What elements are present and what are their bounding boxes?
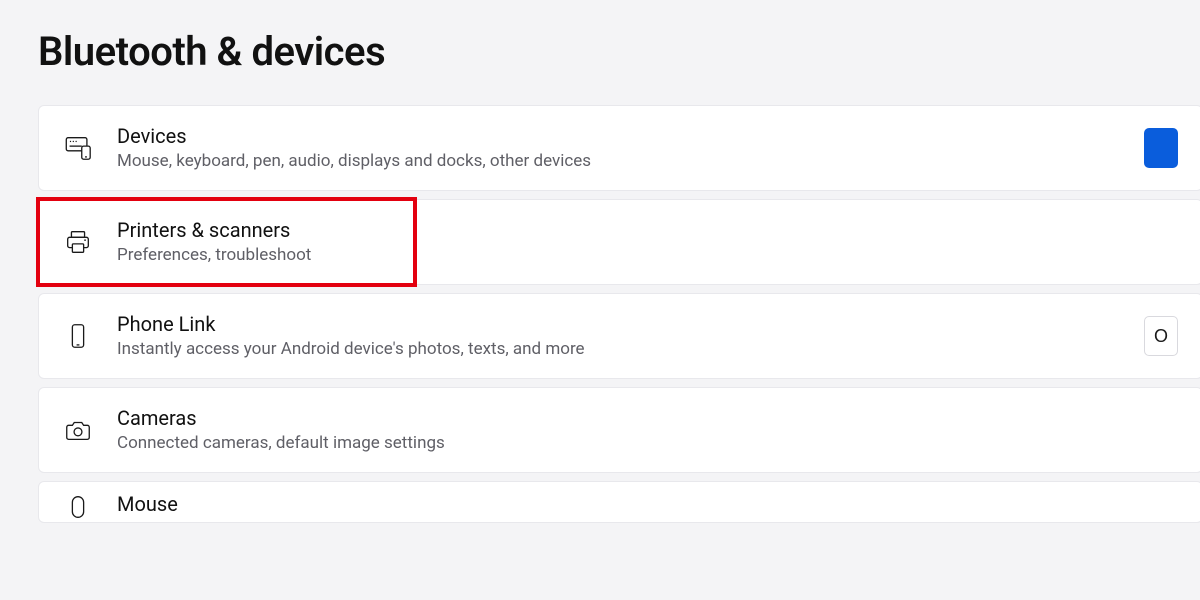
row-devices-title: Devices [117, 124, 1144, 148]
row-printers[interactable]: Printers & scanners Preferences, trouble… [38, 199, 415, 285]
devices-icon [63, 133, 117, 163]
printer-icon [63, 227, 117, 257]
add-device-button[interactable] [1144, 128, 1178, 168]
row-cameras-title: Cameras [117, 406, 1178, 430]
row-phone-sub: Instantly access your Android device's p… [117, 338, 1144, 360]
row-phone-link[interactable]: Phone Link Instantly access your Android… [38, 293, 1200, 379]
row-devices-sub: Mouse, keyboard, pen, audio, displays an… [117, 150, 1144, 172]
row-printers-sub: Preferences, troubleshoot [117, 244, 390, 266]
open-phone-link-button[interactable]: O [1144, 316, 1178, 356]
settings-list: Devices Mouse, keyboard, pen, audio, dis… [38, 105, 1200, 523]
page-title: Bluetooth & devices [38, 28, 1200, 75]
row-mouse-title: Mouse [117, 492, 1178, 516]
phone-icon [63, 321, 117, 351]
row-mouse[interactable]: Mouse [38, 481, 1200, 523]
row-phone-title: Phone Link [117, 312, 1144, 336]
row-printers-title: Printers & scanners [117, 218, 390, 242]
row-cameras-sub: Connected cameras, default image setting… [117, 432, 1178, 454]
mouse-icon [63, 492, 117, 522]
row-devices[interactable]: Devices Mouse, keyboard, pen, audio, dis… [38, 105, 1200, 191]
camera-icon [63, 415, 117, 445]
row-cameras[interactable]: Cameras Connected cameras, default image… [38, 387, 1200, 473]
